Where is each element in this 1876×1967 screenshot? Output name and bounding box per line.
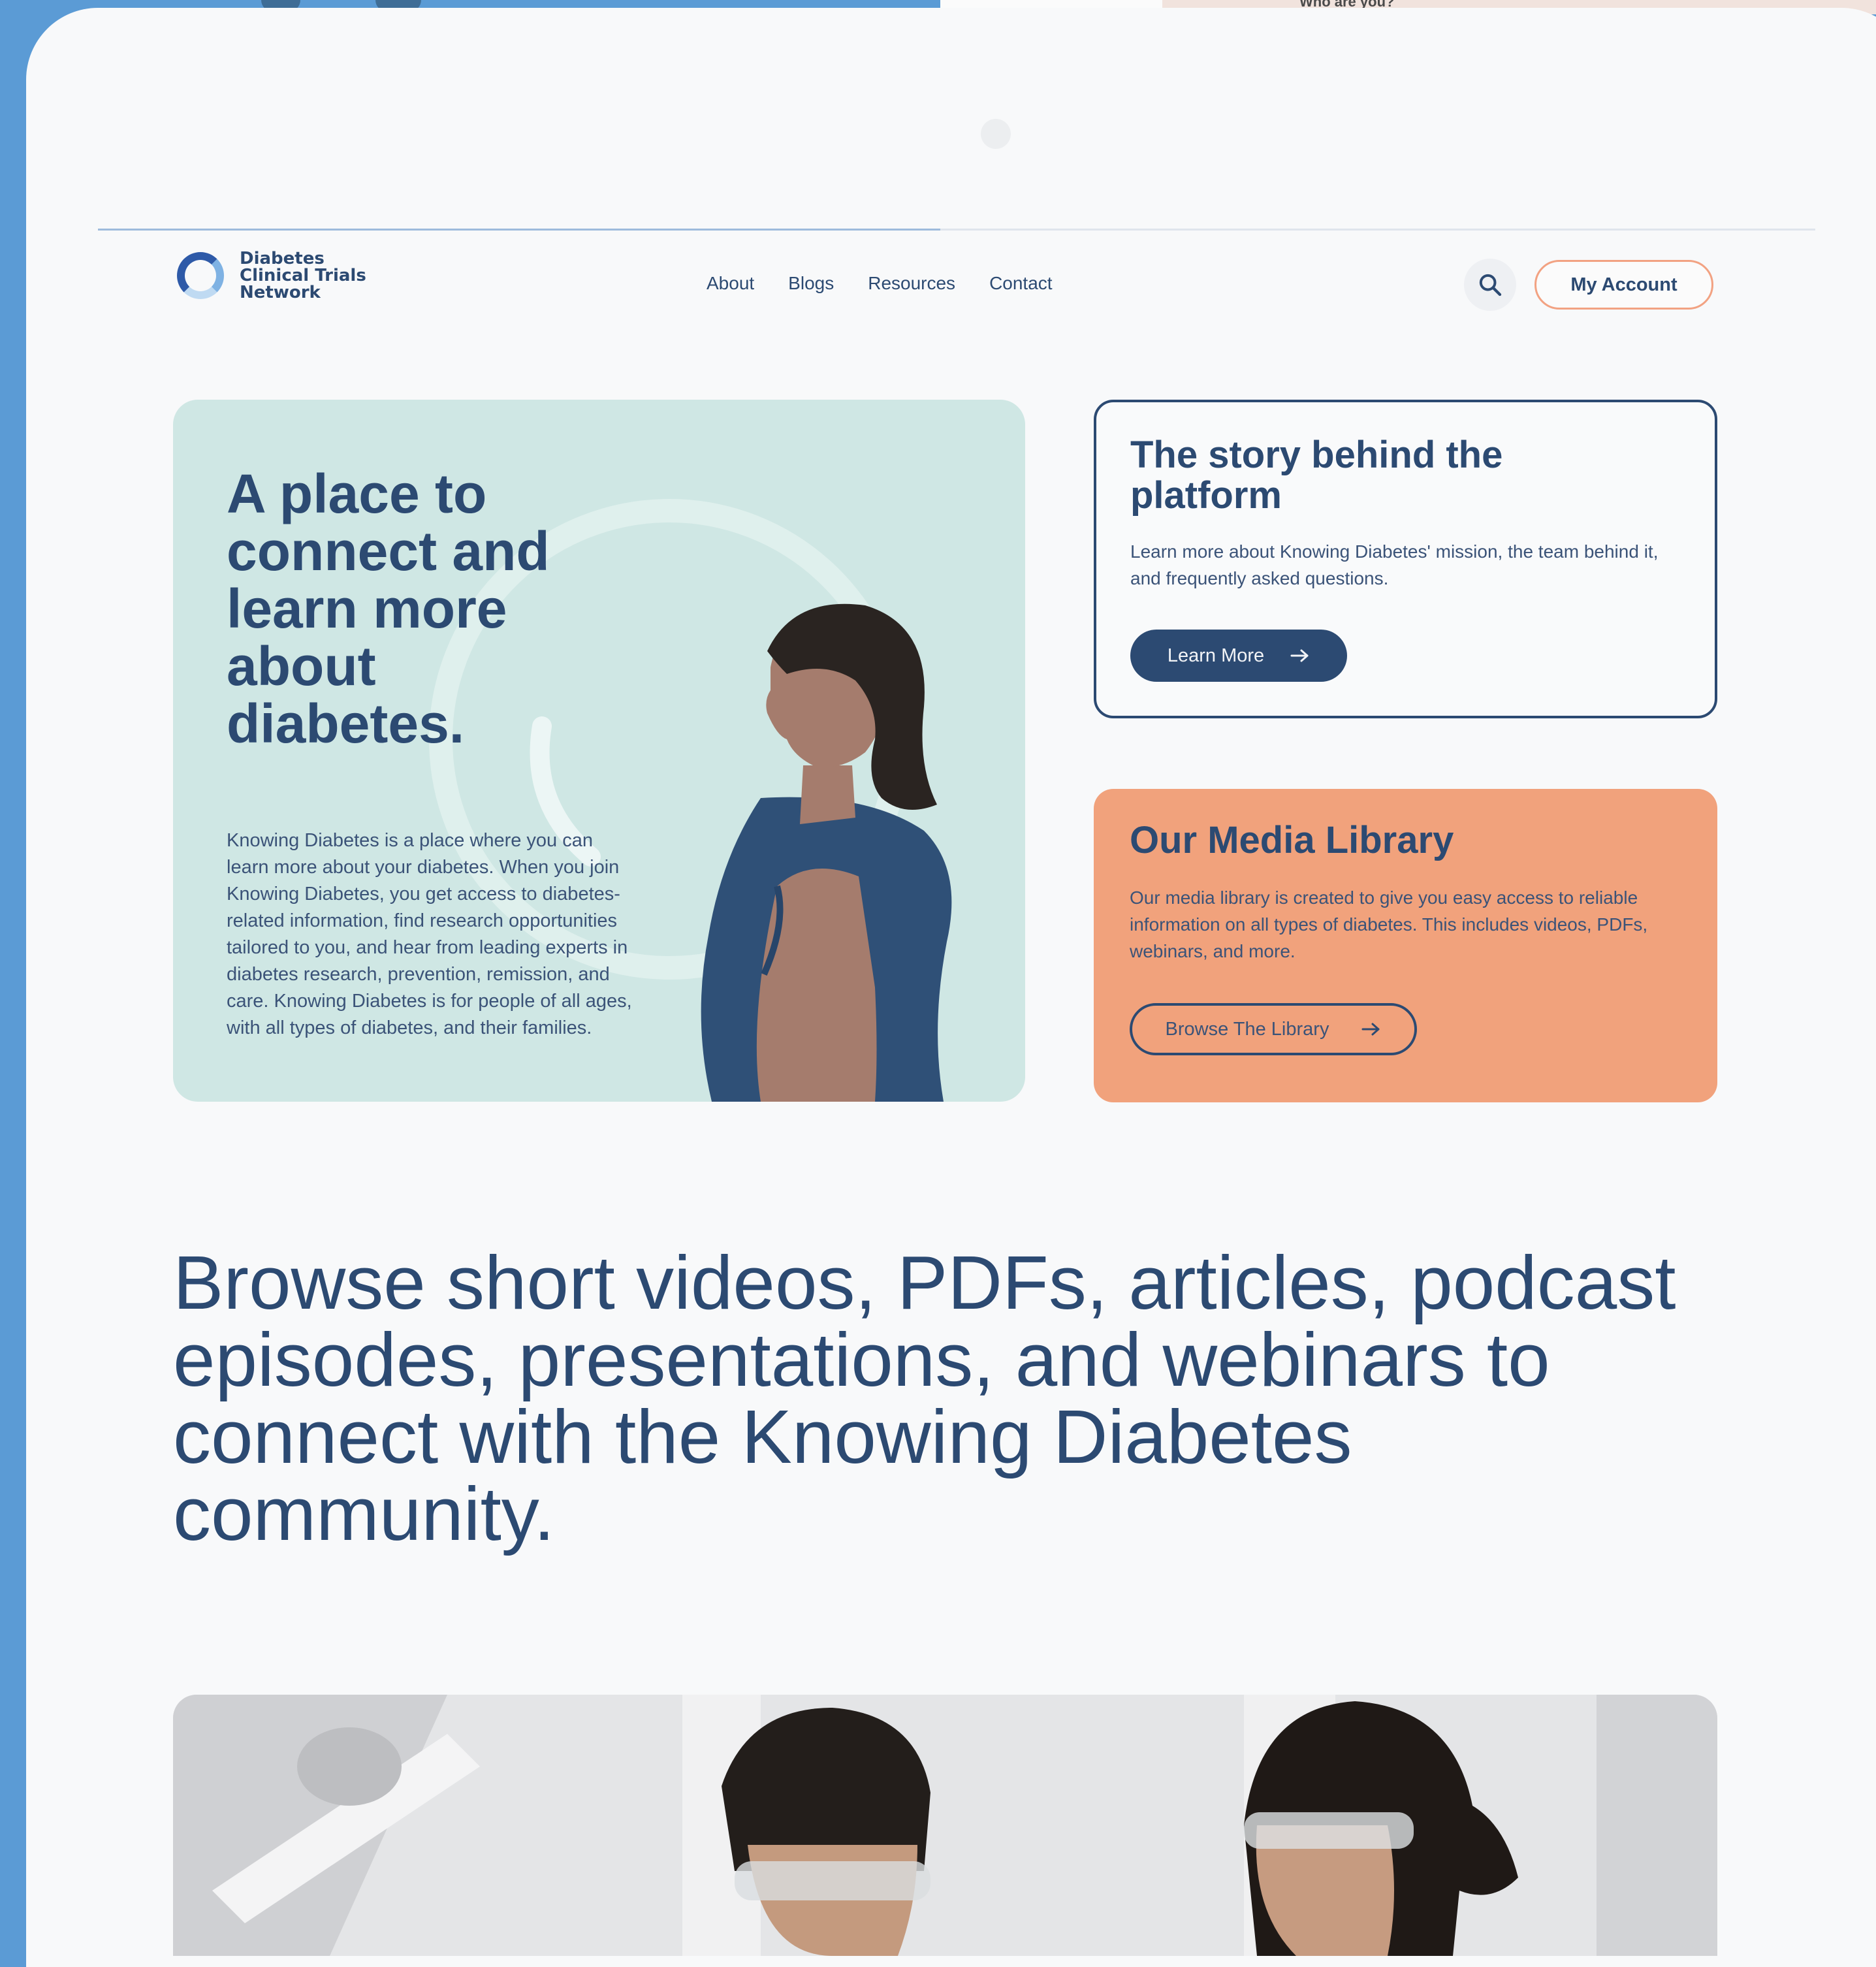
brand-name: Diabetes Clinical Trials Network <box>240 250 366 301</box>
media-library-description: Our media library is created to give you… <box>1130 888 1648 961</box>
brand-line-2: Clinical Trials <box>240 266 366 285</box>
brand-line-3: Network <box>240 283 321 302</box>
nav-item-resources[interactable]: Resources <box>868 273 955 294</box>
hero-title: A place to connect and learn more about … <box>227 463 550 754</box>
search-icon <box>1479 274 1502 296</box>
nav-item-about[interactable]: About <box>707 273 754 294</box>
media-library-title: Our Media Library <box>1130 819 1454 861</box>
tablet-camera <box>981 119 1011 149</box>
story-title: The story behind the platform <box>1130 434 1503 517</box>
hero-description: Knowing Diabetes is a place where you ca… <box>227 830 632 1038</box>
learn-more-label: Learn More <box>1167 645 1265 666</box>
brand-line-1: Diabetes <box>240 249 325 268</box>
logo-ring-icon <box>173 248 228 303</box>
my-account-button[interactable]: My Account <box>1534 260 1713 310</box>
main-nav: About Blogs Resources Contact <box>707 273 1053 294</box>
browse-library-button[interactable]: Browse The Library <box>1130 1003 1417 1055</box>
hero-card: A place to connect and learn more about … <box>173 400 1025 1102</box>
page-top-divider-accent <box>98 229 940 231</box>
arrow-right-icon <box>1290 649 1309 662</box>
browse-library-label: Browse The Library <box>1165 1018 1329 1040</box>
researchers-photo <box>173 1695 1717 1956</box>
media-library-card: Our Media Library Our media library is c… <box>1094 789 1717 1102</box>
nav-item-blogs[interactable]: Blogs <box>788 273 834 294</box>
search-button[interactable] <box>1464 259 1516 311</box>
section-headline: Browse short videos, PDFs, articles, pod… <box>173 1240 1676 1556</box>
nav-item-contact[interactable]: Contact <box>989 273 1053 294</box>
story-card: The story behind the platform Learn more… <box>1094 400 1717 718</box>
learn-more-button[interactable]: Learn More <box>1130 630 1347 682</box>
brand-logo[interactable]: Diabetes Clinical Trials Network <box>173 248 366 303</box>
arrow-right-icon <box>1361 1023 1380 1036</box>
story-description: Learn more about Knowing Diabetes' missi… <box>1130 541 1659 588</box>
